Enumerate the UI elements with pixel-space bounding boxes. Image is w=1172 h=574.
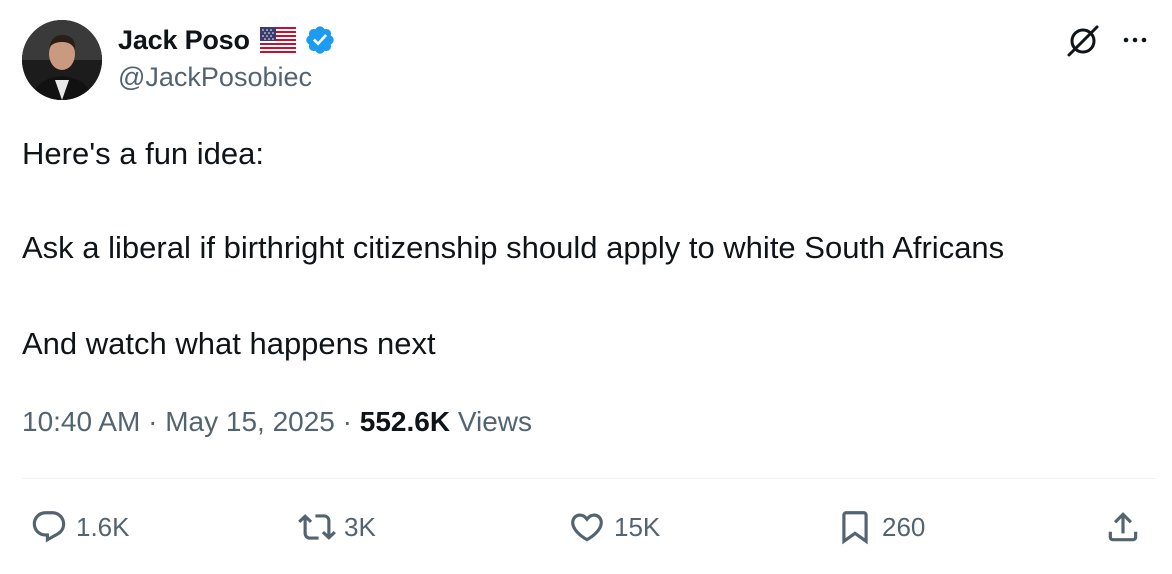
bookmark-icon <box>842 511 868 545</box>
separator: · <box>140 406 166 437</box>
views-label: Views <box>457 406 533 437</box>
verified-badge-icon[interactable] <box>304 24 336 56</box>
separator: · <box>334 406 360 437</box>
us-flag-emoji <box>259 27 296 53</box>
reply-count: 1.6K <box>76 511 130 542</box>
reply-icon <box>32 511 66 543</box>
post-date[interactable]: May 15, 2025 <box>165 406 335 437</box>
like-button[interactable]: 15K <box>568 507 660 547</box>
grok-icon[interactable] <box>1064 22 1102 60</box>
share-icon <box>1108 512 1138 542</box>
author-handle[interactable]: @JackPosobiec <box>118 62 312 93</box>
post-time[interactable]: 10:40 AM <box>22 406 140 437</box>
author-name-row[interactable]: Jack Poso <box>118 22 336 58</box>
repost-button[interactable]: 3K <box>298 507 376 547</box>
divider <box>22 478 1156 479</box>
more-icon[interactable] <box>1118 28 1152 52</box>
post-text-line: Here's a fun idea: <box>22 136 265 171</box>
share-button[interactable] <box>1104 507 1142 547</box>
avatar[interactable] <box>22 20 102 100</box>
reply-button[interactable]: 1.6K <box>30 507 130 547</box>
post-metadata: 10:40 AM · May 15, 2025 · 552.6K Views <box>22 406 532 438</box>
bookmark-count: 260 <box>882 511 926 542</box>
like-icon <box>571 513 603 542</box>
views-count[interactable]: 552.6K <box>360 406 450 437</box>
post-text-line: Ask a liberal if birthright citizenship … <box>22 230 1005 265</box>
repost-icon <box>298 514 336 540</box>
author-display-name[interactable]: Jack Poso <box>118 25 250 56</box>
bookmark-button[interactable]: 260 <box>836 507 925 547</box>
like-count: 15K <box>614 511 661 542</box>
repost-count: 3K <box>344 511 376 542</box>
post-text-line: And watch what happens next <box>22 326 436 361</box>
